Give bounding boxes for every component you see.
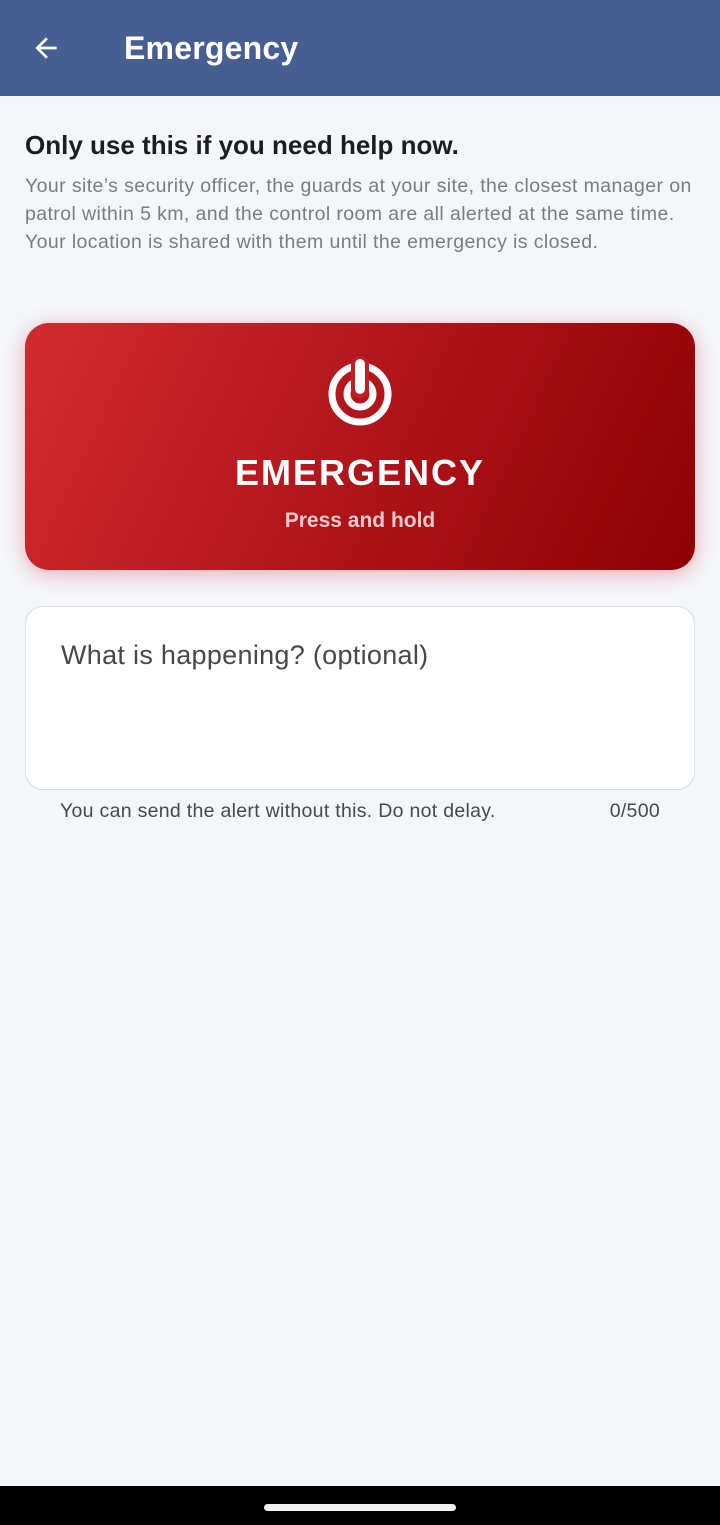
back-button[interactable]: [22, 24, 70, 72]
incident-note-helper-text: You can send the alert without this. Do …: [60, 800, 496, 822]
emergency-button[interactable]: EMERGENCY Press and hold: [25, 323, 695, 570]
incident-note-placeholder: What is happening? (optional): [61, 640, 429, 670]
incident-note-field[interactable]: What is happening? (optional): [25, 606, 695, 790]
warning-headline: Only use this if you need help now.: [25, 130, 459, 160]
emergency-label: EMERGENCY: [234, 452, 486, 493]
character-counter: 0/500: [609, 800, 660, 822]
main-content: Only use this if you need help now. Your…: [25, 96, 695, 822]
alarm-icon: [328, 356, 392, 426]
press-hold-hint: Press and hold: [284, 509, 436, 532]
arrow-back-icon: [35, 37, 57, 59]
page-title: Emergency: [124, 30, 299, 66]
app-bar: Emergency: [0, 0, 720, 96]
home-indicator[interactable]: [264, 1504, 456, 1511]
system-navigation-bar: [0, 1486, 720, 1525]
warning-description: Your site’s security officer, the guards…: [25, 175, 692, 253]
